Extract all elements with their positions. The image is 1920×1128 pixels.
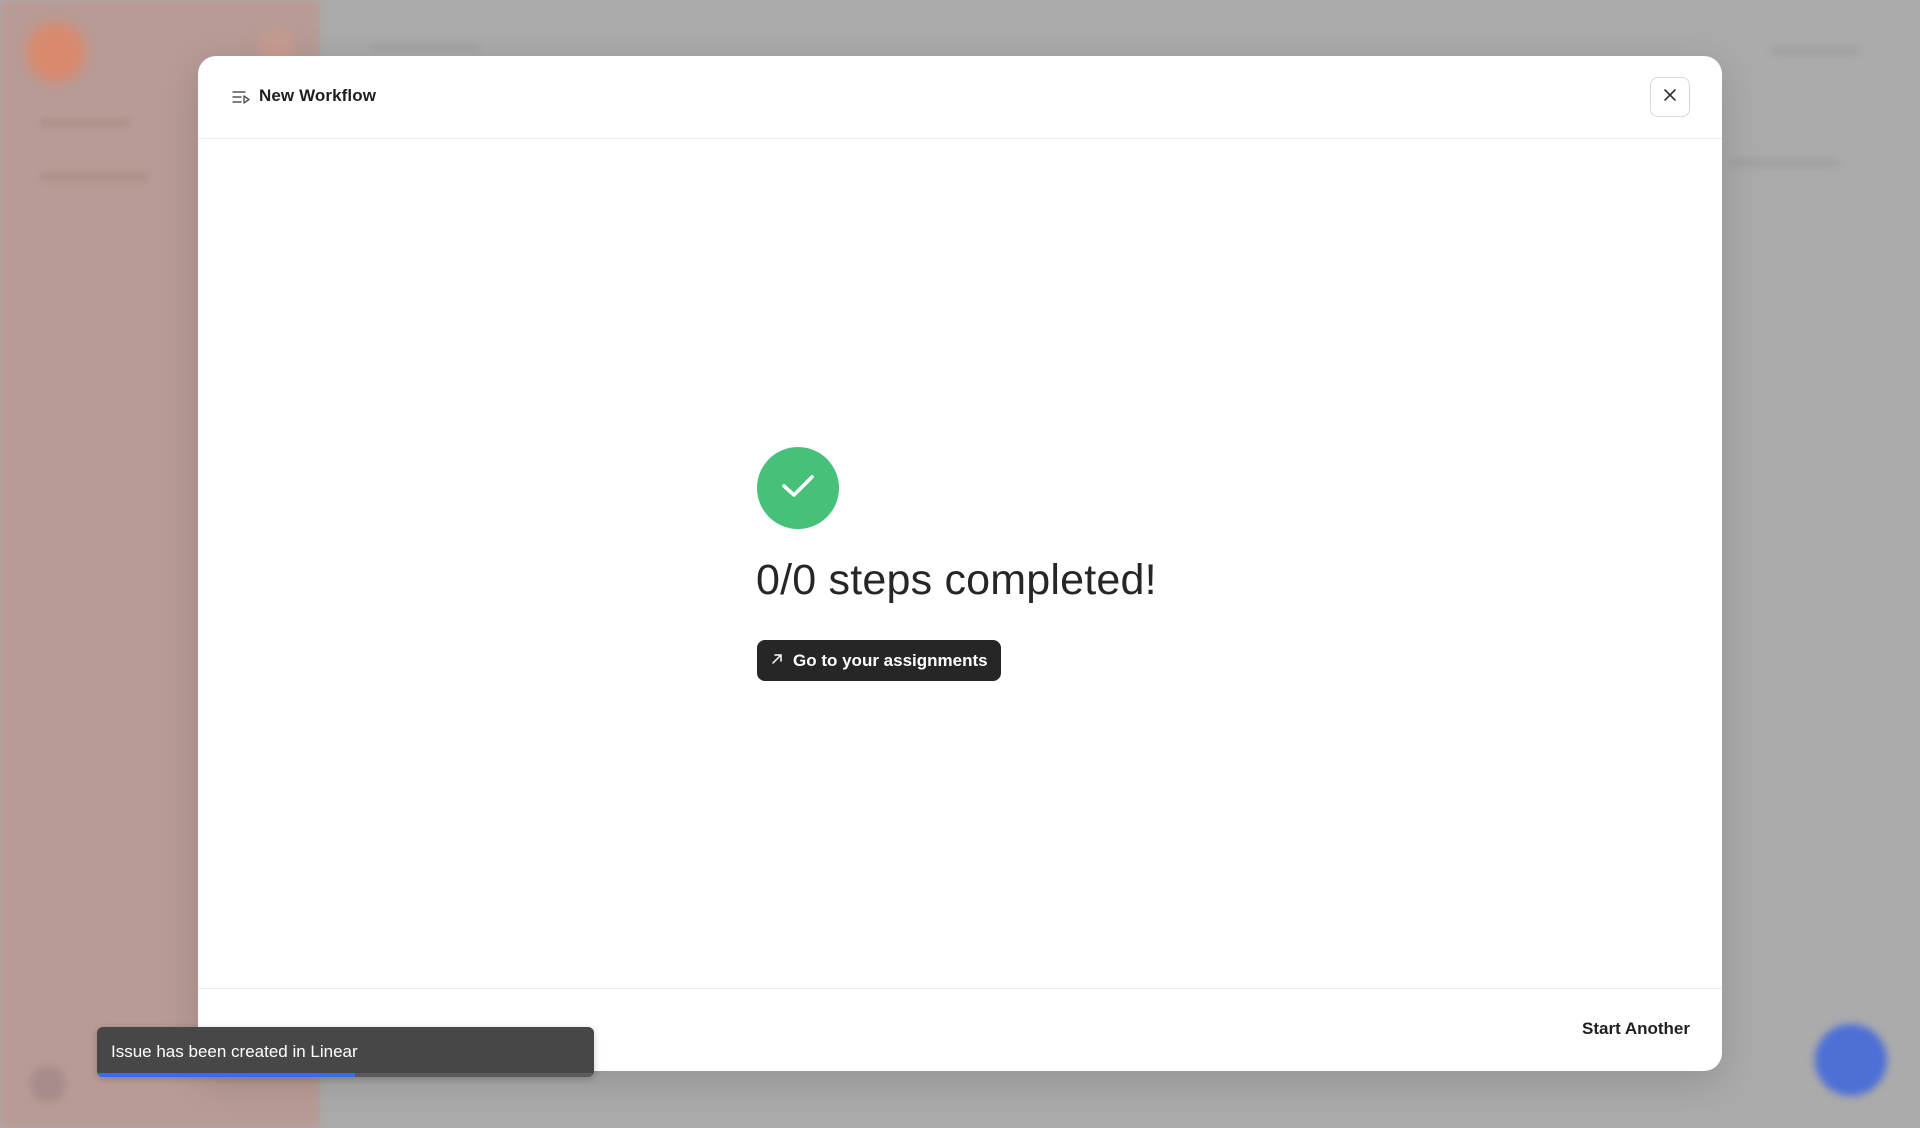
toast-progress-track	[97, 1073, 594, 1077]
arrow-up-right-icon	[771, 652, 783, 670]
toast-notification[interactable]: Issue has been created in Linear	[97, 1027, 594, 1077]
go-to-assignments-label: Go to your assignments	[793, 650, 988, 670]
background-action	[1730, 158, 1840, 168]
close-icon	[1662, 87, 1678, 108]
background-avatar	[30, 1066, 66, 1102]
modal-title: New Workflow	[259, 86, 377, 105]
background-breadcrumb	[370, 42, 480, 52]
checkmark-icon	[780, 472, 816, 505]
steps-completed-heading: 0/0 steps completed!	[756, 556, 1157, 604]
close-button[interactable]	[1650, 77, 1690, 117]
success-badge	[757, 447, 839, 529]
background-help-button	[1815, 1024, 1887, 1096]
background-header-button	[1770, 46, 1860, 56]
background-logo	[26, 22, 86, 82]
go-to-assignments-button[interactable]: Go to your assignments	[757, 640, 1001, 681]
modal-header: New Workflow	[198, 56, 1722, 139]
toast-message: Issue has been created in Linear	[111, 1042, 358, 1061]
background-nav-item	[40, 172, 150, 182]
start-another-button[interactable]: Start Another	[1582, 1019, 1690, 1039]
workflow-modal: New Workflow 0/0 steps completed! Go to …	[198, 56, 1722, 1071]
workflow-list-icon	[232, 89, 250, 105]
toast-progress-bar	[97, 1073, 356, 1077]
background-nav-item	[40, 118, 130, 128]
